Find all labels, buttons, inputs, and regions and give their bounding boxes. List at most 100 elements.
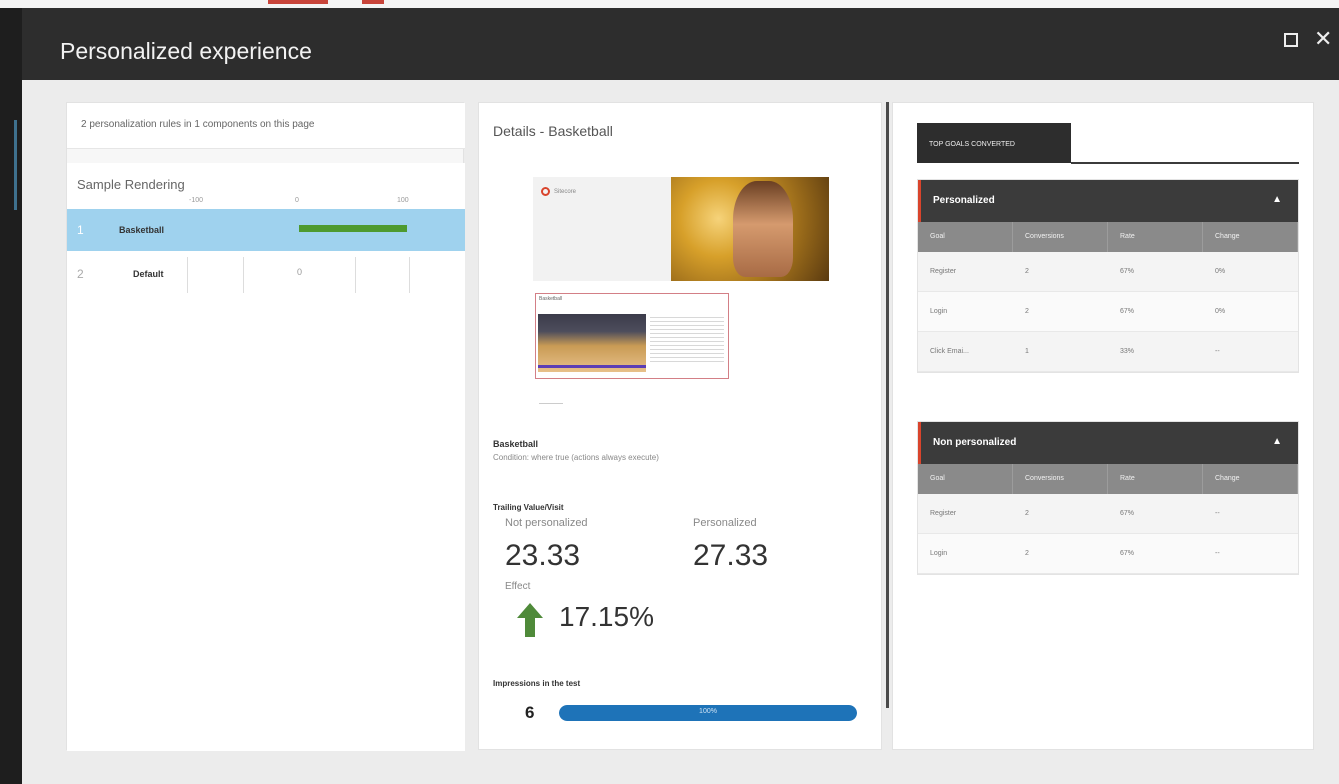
column-header[interactable]: Change (1203, 464, 1298, 494)
table-cell: 67% (1120, 510, 1135, 517)
panel-title: Non personalized (933, 437, 1017, 448)
table-cell: 67% (1120, 550, 1135, 557)
browser-strip (0, 0, 1339, 8)
details-title: Details - Basketball (493, 123, 613, 139)
table-cell: 1 (1025, 348, 1029, 355)
tab-top-goals-converted[interactable]: TOP GOALS CONVERTED (917, 123, 1071, 163)
column-header[interactable]: Conversions (1013, 464, 1108, 494)
rule-row-basketball[interactable]: 1 Basketball (67, 209, 465, 251)
not-personalized-label: Not personalized (505, 517, 588, 529)
tab-underline (1071, 162, 1299, 164)
table-cell: Login (930, 308, 948, 315)
personalized-label: Personalized (693, 517, 757, 529)
impressions-count: 6 (525, 703, 535, 722)
preview-caption: Basketball (539, 296, 563, 302)
table-header: Goal Conversions Rate Change (918, 222, 1298, 252)
table-cell: Register (930, 268, 957, 275)
column-header[interactable]: Goal (918, 464, 1013, 494)
table-row: Register 2 67% -- (918, 494, 1298, 534)
column-header[interactable]: Change (1203, 222, 1298, 252)
table-row: Login 2 67% 0% (918, 292, 1298, 332)
page-preview-header: Sitecore (533, 177, 829, 281)
table-cell: 0% (1215, 268, 1226, 275)
table-cell: 2 (1025, 308, 1029, 315)
rule-number: 1 (77, 223, 84, 237)
chevron-up-icon[interactable]: ▲ (1272, 194, 1282, 205)
axis-tick-max: 100 (397, 197, 409, 204)
non-personalized-goals-table: Non personalized ▲ Goal Conversions Rate… (917, 421, 1299, 575)
preview-logo: Sitecore (541, 187, 576, 196)
rules-summary: 2 personalization rules in 1 components … (67, 103, 465, 149)
rule-number: 2 (77, 267, 84, 281)
not-personalized-value: 23.33 (505, 539, 581, 572)
table-row: Register 2 67% 0% (918, 252, 1298, 292)
maximize-icon[interactable] (1284, 33, 1298, 47)
side-marker (14, 120, 17, 210)
table-cell: 0% (1215, 308, 1226, 315)
table-cell: 2 (1025, 510, 1029, 517)
personalized-header[interactable]: Personalized ▲ (918, 180, 1298, 222)
table-cell: -- (1215, 510, 1220, 517)
dialog-title: Personalized experience (60, 38, 312, 64)
table-header: Goal Conversions Rate Change (918, 464, 1298, 494)
preview-component-basketball[interactable]: Basketball (535, 293, 729, 379)
axis-tick-min: -100 (189, 197, 204, 204)
column-header[interactable]: Goal (918, 222, 1013, 252)
impressions-progress-bar: 100% (559, 705, 857, 721)
rendering-title: Sample Rendering (77, 177, 185, 192)
basketball-image (538, 314, 646, 372)
panel-title: Personalized (933, 195, 995, 206)
table-cell: Login (930, 550, 948, 557)
rule-name: Default (133, 269, 164, 279)
preview-hero-image (671, 177, 829, 281)
impressions-percent: 100% (699, 708, 717, 715)
effect-label: Effect (505, 581, 531, 592)
axis-tick-zero: 0 (295, 197, 299, 204)
chevron-up-icon[interactable]: ▲ (1272, 436, 1282, 447)
table-cell: 33% (1120, 348, 1135, 355)
table-cell: Register (930, 510, 957, 517)
rule-effect-bar (299, 225, 407, 232)
column-header[interactable]: Rate (1108, 222, 1203, 252)
strip-accent (362, 0, 384, 4)
preview-text-block (650, 314, 724, 364)
table-cell: -- (1215, 550, 1220, 557)
column-header[interactable]: Conversions (1013, 222, 1108, 252)
table-cell: Click Emai... (930, 348, 969, 355)
personalized-experience-dialog: Personalized experience ✕ 2 personalizat… (22, 8, 1339, 784)
rule-name-heading: Basketball (493, 439, 539, 449)
trailing-value-label: Trailing Value/Visit (493, 503, 564, 512)
table-row: Login 2 67% -- (918, 534, 1298, 574)
grid-line (409, 257, 410, 293)
panel-splitter[interactable] (886, 102, 889, 708)
rules-panel: 2 personalization rules in 1 components … (66, 102, 465, 751)
table-cell: 2 (1025, 268, 1029, 275)
table-row: Click Emai... 1 33% -- (918, 332, 1298, 372)
goals-panel: TOP GOALS CONVERTED Personalized ▲ Goal … (892, 102, 1314, 750)
table-cell: 2 (1025, 550, 1029, 557)
preview-divider (539, 403, 563, 404)
rule-effect-value: 0 (297, 267, 303, 277)
effect-value: 17.15% (559, 601, 654, 632)
strip-accent (268, 0, 328, 4)
table-cell: 67% (1120, 268, 1135, 275)
table-body: Register 2 67% 0% Login 2 67% 0% Click E… (918, 252, 1298, 372)
rule-row-default[interactable]: 2 Default 0 (67, 253, 465, 295)
rendering-card: Sample Rendering -100 0 100 1 Basketball… (67, 163, 465, 751)
preview-person (733, 181, 793, 277)
grid-line (355, 257, 356, 293)
non-personalized-header[interactable]: Non personalized ▲ (918, 422, 1298, 464)
table-cell: -- (1215, 348, 1220, 355)
rule-condition: Condition: where true (actions always ex… (493, 453, 659, 462)
personalized-goals-table: Personalized ▲ Goal Conversions Rate Cha… (917, 179, 1299, 373)
arrow-up-icon (517, 603, 543, 637)
grid-line (243, 257, 244, 293)
rule-name: Basketball (119, 225, 165, 235)
grid-line (187, 257, 188, 293)
close-icon[interactable]: ✕ (1314, 26, 1332, 52)
column-header[interactable]: Rate (1108, 464, 1203, 494)
table-cell: 67% (1120, 308, 1135, 315)
personalized-value: 27.33 (693, 539, 769, 572)
table-body: Register 2 67% -- Login 2 67% -- (918, 494, 1298, 574)
dialog-titlebar: Personalized experience ✕ (22, 8, 1339, 80)
